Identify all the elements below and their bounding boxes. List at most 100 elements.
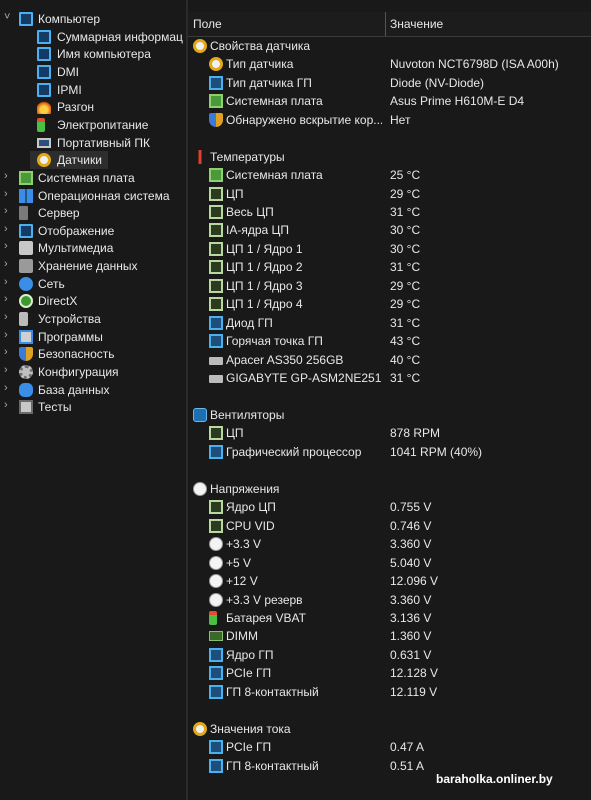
tree-item-label: Устройства <box>38 312 101 326</box>
field-label: +12 V <box>226 574 258 588</box>
sensor-row[interactable]: Горячая точка ГП 43 °C <box>188 332 591 350</box>
group-header-row[interactable]: Значения тока <box>188 720 591 738</box>
field-value: 0.631 V <box>390 648 432 662</box>
tree-item[interactable]: Электропитание <box>30 116 148 134</box>
sensor-row[interactable]: PCIe ГП 0.47 A <box>188 738 591 756</box>
sensor-row[interactable]: Батарея VBAT 3.136 V <box>188 609 591 627</box>
sensor-row[interactable]: Весь ЦП 31 °C <box>188 203 591 221</box>
chevron-right-icon[interactable]: › <box>4 329 8 341</box>
programs-icon <box>19 330 33 344</box>
chevron-down-icon[interactable]: ˅ <box>4 11 10 23</box>
sensor-row[interactable]: Ядро ЦП 0.755 V <box>188 498 591 516</box>
field-label: ГП 8-контактный <box>226 685 319 699</box>
sensor-row[interactable]: ЦП 1 / Ядро 4 29 °C <box>188 295 591 313</box>
overclock-flame-icon <box>37 100 51 114</box>
sensor-row[interactable]: GIGABYTE GP-ASM2NE2512... 31 °C <box>188 369 591 387</box>
devices-icon <box>19 312 28 326</box>
tree-item-label: IPMI <box>57 83 82 97</box>
sensor-row[interactable]: Тип датчика Nuvoton NCT6798D (ISA A00h) <box>188 55 591 73</box>
group-title: Напряжения <box>210 482 280 496</box>
chevron-right-icon[interactable]: › <box>4 170 8 182</box>
tree-item[interactable]: › База данных <box>0 381 186 399</box>
field-value: 1041 RPM (40%) <box>390 445 483 459</box>
ssd-icon <box>209 375 223 383</box>
chevron-right-icon[interactable]: › <box>4 258 8 270</box>
column-header-value[interactable]: Значение <box>390 17 443 31</box>
group-header-row[interactable]: Вентиляторы <box>188 406 591 424</box>
sensor-row[interactable]: +3.3 V 3.360 V <box>188 535 591 553</box>
tree-item[interactable]: ˅ Компьютер <box>0 10 186 28</box>
tree-item[interactable]: › Сеть <box>0 275 186 293</box>
sensor-row[interactable]: ЦП 1 / Ядро 3 29 °C <box>188 277 591 295</box>
tree-item[interactable]: › Устройства <box>0 310 186 328</box>
field-label: Обнаружено вскрытие кор... <box>226 113 382 127</box>
column-header-field[interactable]: Поле <box>193 17 222 31</box>
tree-item[interactable]: Портативный ПК <box>30 134 150 152</box>
tree-item[interactable]: › Тесты <box>0 398 186 416</box>
field-value: 43 °C <box>390 334 421 348</box>
tree-item[interactable]: › Хранение данных <box>0 257 186 275</box>
tree-item[interactable]: › Сервер <box>0 204 186 222</box>
sensor-row[interactable]: IA-ядра ЦП 30 °C <box>188 221 591 239</box>
group-header-row[interactable]: Напряжения <box>188 480 591 498</box>
tree-item[interactable]: Суммарная информац <box>30 28 183 46</box>
sensor-row[interactable]: Системная плата Asus Prime H610M-E D4 <box>188 92 591 110</box>
chevron-right-icon[interactable]: › <box>4 223 8 235</box>
tree-item-label: DMI <box>57 65 79 79</box>
chevron-right-icon[interactable]: › <box>4 205 8 217</box>
tree-item-label: DirectX <box>38 294 78 308</box>
sensor-row[interactable]: Системная плата 25 °C <box>188 166 591 184</box>
chevron-right-icon[interactable]: › <box>4 276 8 288</box>
tree-item[interactable]: › Системная плата <box>0 169 186 187</box>
sensor-row[interactable]: ЦП 878 RPM <box>188 424 591 442</box>
tree-item[interactable]: DMI <box>30 63 108 81</box>
field-label: Apacer AS350 256GB <box>226 353 344 367</box>
sensor-row[interactable]: +3.3 V резерв 3.360 V <box>188 591 591 609</box>
sensor-row[interactable]: PCIe ГП 12.128 V <box>188 664 591 682</box>
chevron-right-icon[interactable]: › <box>4 346 8 358</box>
tree-item-label: Суммарная информац <box>57 30 183 44</box>
sensor-row[interactable]: CPU VID 0.746 V <box>188 517 591 535</box>
tree-item[interactable]: Разгон <box>30 98 108 116</box>
tree-item[interactable]: › Отображение <box>0 222 186 240</box>
tree-item[interactable]: › Мультимедиа <box>0 239 186 257</box>
sensor-row[interactable]: +5 V 5.040 V <box>188 554 591 572</box>
sensor-row[interactable]: Диод ГП 31 °C <box>188 314 591 332</box>
chevron-right-icon[interactable]: › <box>4 293 8 305</box>
chevron-right-icon[interactable]: › <box>4 311 8 323</box>
tree-item[interactable]: › Конфигурация <box>0 363 186 381</box>
sensor-row[interactable]: Ядро ГП 0.631 V <box>188 646 591 664</box>
chevron-right-icon[interactable]: › <box>4 382 8 394</box>
tree-item-label: Программы <box>38 330 103 344</box>
chevron-right-icon[interactable]: › <box>4 399 8 411</box>
tree-item[interactable]: › DirectX <box>0 292 186 310</box>
group-header-row[interactable]: Свойства датчика <box>188 37 591 55</box>
sensor-row[interactable]: Тип датчика ГП Diode (NV-Diode) <box>188 74 591 92</box>
tree-item-label: Мультимедиа <box>38 241 114 255</box>
sensor-row[interactable]: ЦП 1 / Ядро 2 31 °C <box>188 258 591 276</box>
group-title: Свойства датчика <box>210 39 311 53</box>
group-header-row[interactable]: Температуры <box>188 148 591 166</box>
field-label: Горячая точка ГП <box>226 334 323 348</box>
sensor-row[interactable]: Графический процессор 1041 RPM (40%) <box>188 443 591 461</box>
security-shield-icon <box>19 347 33 361</box>
gpu-icon <box>209 759 223 773</box>
tree-item[interactable]: IPMI <box>30 81 108 99</box>
group-title: Температуры <box>210 150 285 164</box>
tree-item[interactable]: Имя компьютера <box>30 45 151 63</box>
tree-item[interactable]: › Операционная система <box>0 187 186 205</box>
column-divider[interactable] <box>385 12 386 36</box>
tree-item[interactable]: › Программы <box>0 328 186 346</box>
sensor-row[interactable]: ЦП 29 °C <box>188 185 591 203</box>
chevron-right-icon[interactable]: › <box>4 240 8 252</box>
sensor-row[interactable]: Apacer AS350 256GB 40 °C <box>188 351 591 369</box>
tree-item[interactable]: › Безопасность <box>0 345 186 363</box>
sensor-row[interactable]: Обнаружено вскрытие кор... Нет <box>188 111 591 129</box>
sensor-row[interactable]: +12 V 12.096 V <box>188 572 591 590</box>
sensor-row[interactable]: ГП 8-контактный 12.119 V <box>188 683 591 701</box>
tree-item[interactable]: Датчики <box>30 151 108 169</box>
chevron-right-icon[interactable]: › <box>4 364 8 376</box>
chevron-right-icon[interactable]: › <box>4 188 8 200</box>
sensor-row[interactable]: ЦП 1 / Ядро 1 30 °C <box>188 240 591 258</box>
sensor-row[interactable]: DIMM 1.360 V <box>188 627 591 645</box>
